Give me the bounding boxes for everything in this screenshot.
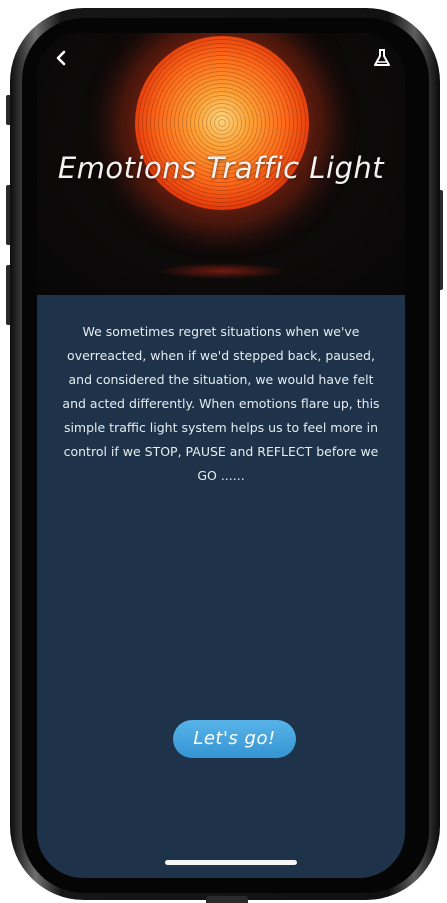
- lets-go-button[interactable]: Let's go!: [173, 720, 296, 758]
- chevron-left-icon: [56, 50, 66, 66]
- page-title: Emotions Traffic Light: [57, 151, 385, 185]
- traffic-light-glow: [157, 263, 287, 279]
- lightning-port: [206, 896, 248, 903]
- back-button[interactable]: [51, 47, 73, 69]
- home-indicator[interactable]: [165, 860, 297, 865]
- hero-image: Emotions Traffic Light: [37, 33, 405, 295]
- lab-button[interactable]: [371, 47, 393, 69]
- app-screen: Emotions Traffic Light We sometimes regr…: [37, 33, 405, 878]
- description-text: We sometimes regret situations when we'v…: [62, 324, 380, 483]
- flask-icon: [374, 49, 390, 66]
